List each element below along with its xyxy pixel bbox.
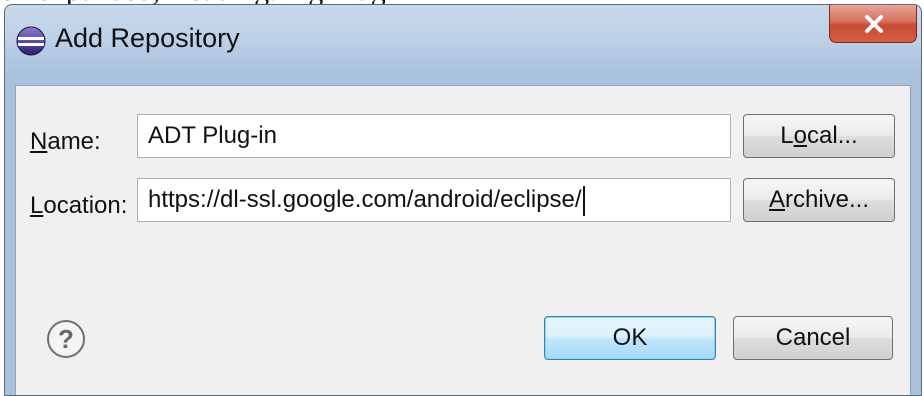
close-icon <box>865 15 883 33</box>
location-field-value: https://dl-ssl.google.com/android/eclips… <box>148 186 582 213</box>
location-label: Location: <box>30 192 127 220</box>
cancel-button[interactable]: Cancel <box>733 316 893 360</box>
location-field[interactable]: https://dl-ssl.google.com/android/eclips… <box>137 178 731 222</box>
eclipse-icon <box>16 26 46 56</box>
title-bar[interactable]: Add Repository <box>5 5 921 85</box>
screenshot: on expanded, Heading: ing Plug-in Add Re… <box>0 0 924 396</box>
text-cursor <box>582 185 585 216</box>
name-label-mnemonic: N <box>30 128 48 155</box>
location-label-text: ocation: <box>43 192 128 219</box>
local-button-text-after: cal... <box>807 122 858 149</box>
name-label-text: ame: <box>47 128 101 155</box>
dialog-body: Name: ADT Plug-in Location: https://dl-s… <box>15 85 911 395</box>
add-repository-dialog: Add Repository Name: ADT Plug-in Locatio… <box>4 4 922 396</box>
name-label: Name: <box>30 128 101 156</box>
archive-button-mnemonic: A <box>768 186 785 213</box>
name-field-value: ADT Plug-in <box>148 122 277 149</box>
ok-button[interactable]: OK <box>544 316 716 360</box>
archive-button-text-after: rchive... <box>784 186 870 213</box>
location-label-mnemonic: L <box>30 192 44 219</box>
archive-button[interactable]: Archive... <box>743 178 895 222</box>
svg-text:?: ? <box>58 324 74 354</box>
local-button-text-before: L <box>780 122 794 149</box>
close-button[interactable] <box>829 5 917 43</box>
help-icon[interactable]: ? <box>46 319 86 359</box>
window-title: Add Repository <box>55 23 240 53</box>
local-button-mnemonic: o <box>793 122 808 149</box>
local-button[interactable]: Local... <box>743 114 895 158</box>
name-field[interactable]: ADT Plug-in <box>137 114 731 158</box>
